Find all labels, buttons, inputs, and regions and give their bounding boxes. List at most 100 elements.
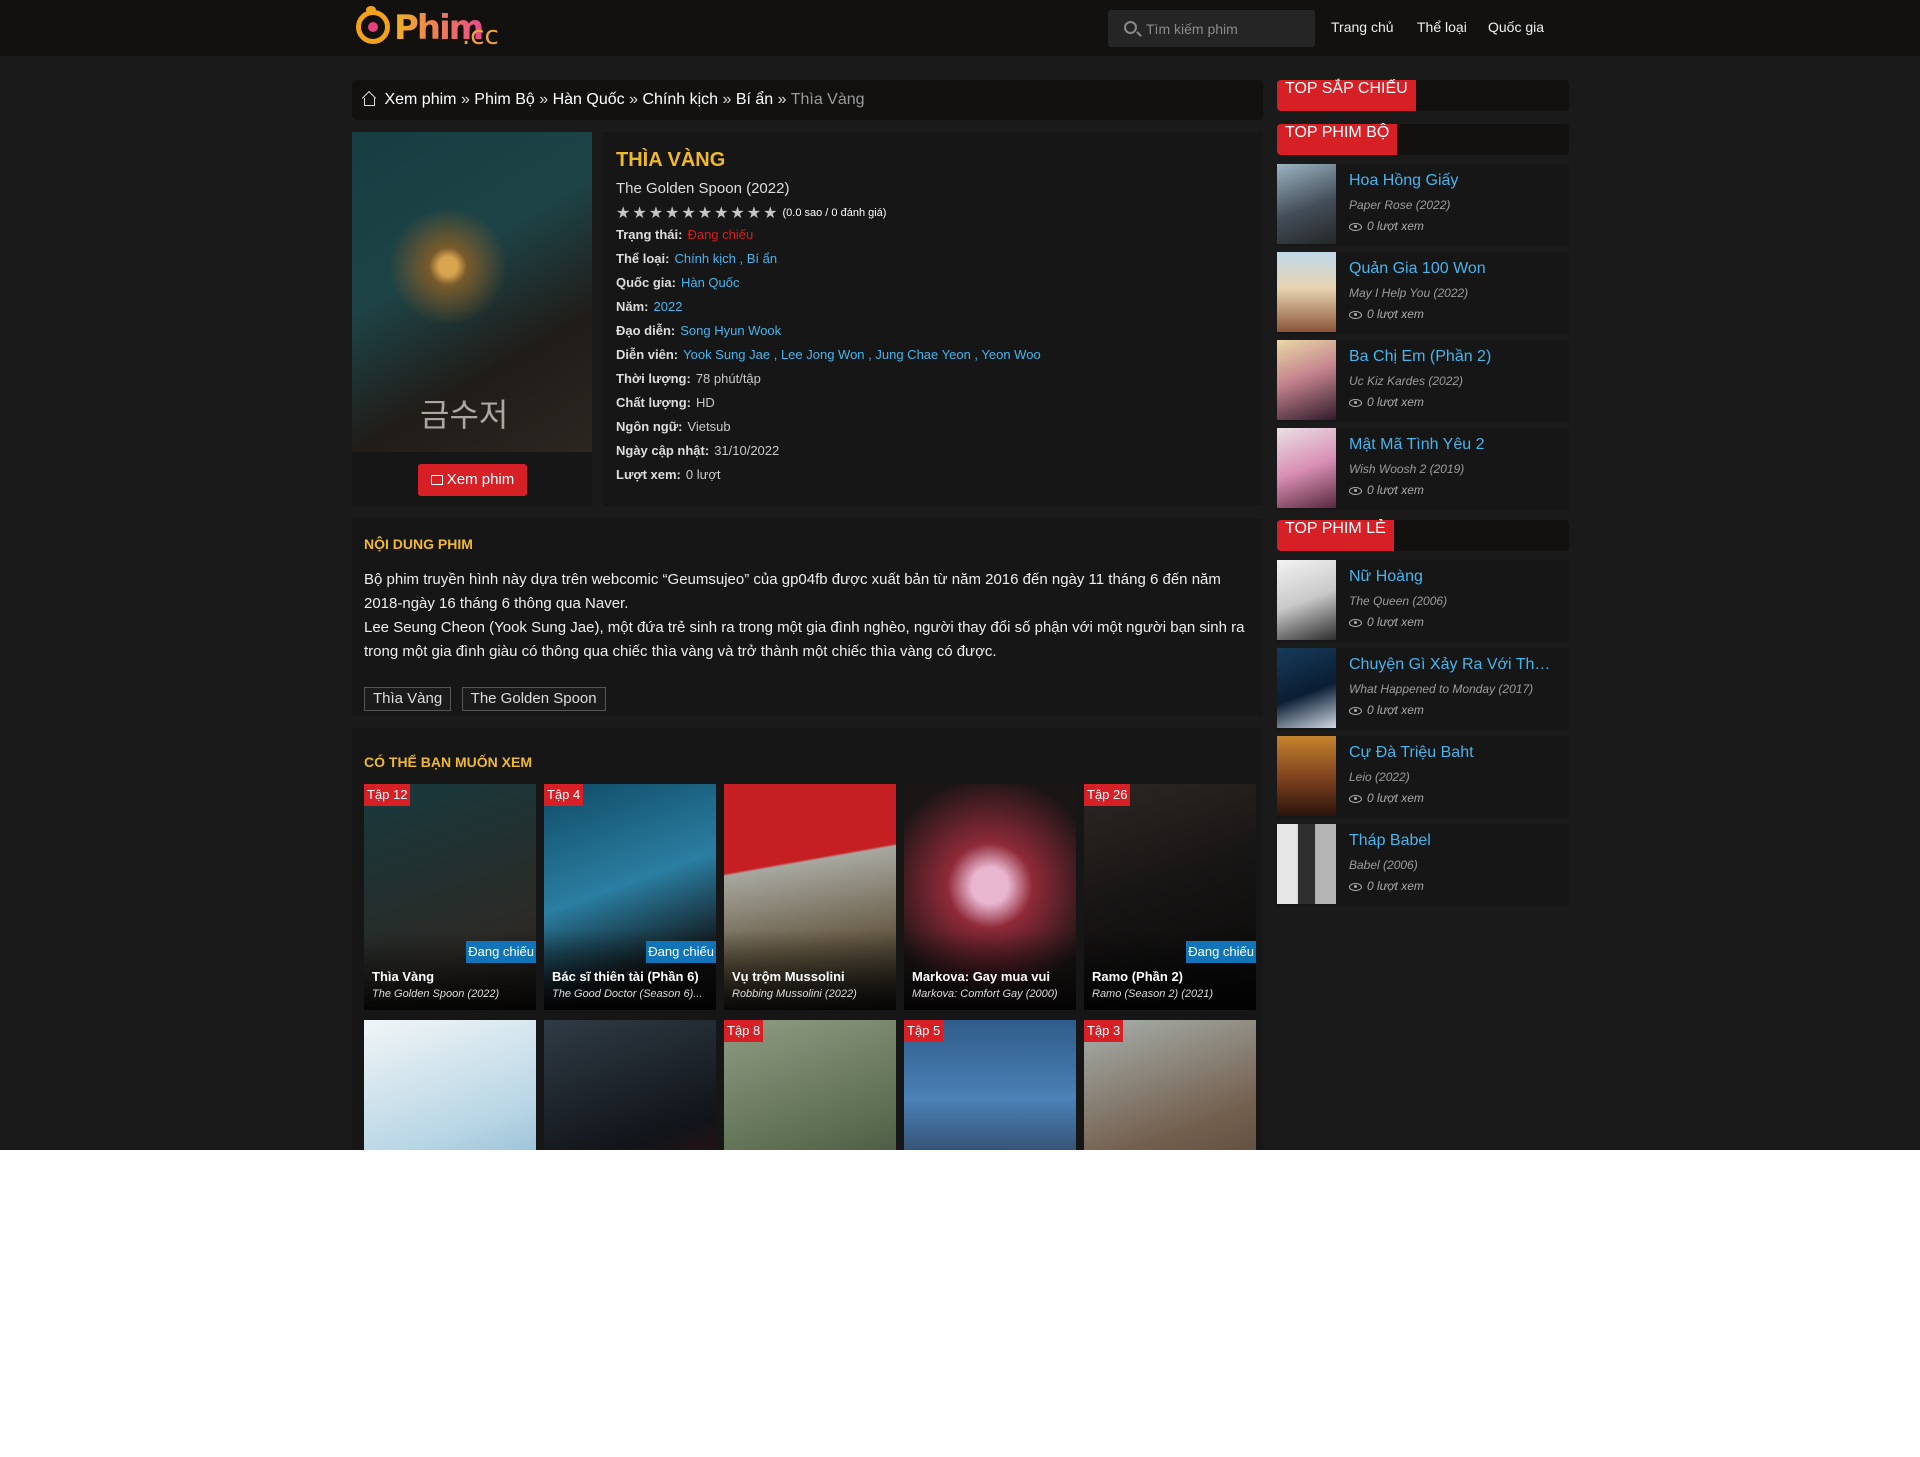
eye-icon [1349,619,1362,627]
breadcrumb-separator: » [460,91,470,108]
sidebar-movie-title[interactable]: Tháp Babel [1349,832,1559,850]
movie-thumbnail [364,1020,536,1150]
detail-value[interactable]: Chính kịch , Bí ẩn [674,251,777,266]
episode-badge: Tập 12 [364,784,411,806]
sidebar-thumbnail[interactable] [1277,252,1336,332]
sidebar-movie-subtitle: Wish Woosh 2 (2019) [1349,462,1465,476]
sidebar-movie-title[interactable]: Hoa Hồng Giấy [1349,172,1559,190]
sidebar-movie-item[interactable]: Quản Gia 100 Won May I Help You (2022) 0 l… [1277,252,1569,334]
detail-label: Quốc gia: [616,275,676,290]
sidebar-movie-item[interactable]: Ba Chị Em (Phần 2) Uc Kiz Kardes (2022) 0 … [1277,340,1569,422]
episode-badge: Tập 4 [544,784,584,806]
sidebar-thumbnail[interactable] [1277,428,1336,508]
eye-icon [1349,311,1362,319]
sidebar-movie-item[interactable]: Cự Đà Triệu Baht Leio (2022) 0 lượt xem [1277,736,1569,818]
related-movie-card[interactable]: Tập 3 [1084,1020,1256,1150]
detail-value[interactable]: Hàn Quốc [681,275,740,290]
breadcrumb-item[interactable]: Chính kịch [642,91,718,108]
detail-value: 0 lượt [685,467,721,482]
content-section: NỘI DUNG PHIM Bộ phim truyền hình này dự… [352,518,1263,716]
sidebar-movie-subtitle: Uc Kiz Kardes (2022) [1349,374,1464,388]
movie-thumbnail [544,1020,716,1150]
breadcrumb-separator: » [539,91,549,108]
sidebar-view-count: 0 lượt xem [1349,879,1424,893]
movie-card-title: Bác sĩ thiên tài (Phần 6) [552,969,699,984]
sidebar-thumbnail[interactable] [1277,340,1336,420]
site-logo[interactable]: Phim .cc [356,6,506,51]
related-movie-card[interactable]: Tập 8 [724,1020,896,1150]
breadcrumb-item[interactable]: Xem phim [384,91,456,108]
sidebar-movie-subtitle: The Queen (2006) [1349,594,1448,608]
rating-stars[interactable]: ★★★★★★★★★★ [616,203,779,223]
nav-countries[interactable]: Quốc gia [1488,19,1544,35]
status-badge: Đang chiếu [1186,941,1256,963]
sidebar-movie-title[interactable]: Ba Chị Em (Phần 2) [1349,348,1559,366]
sidebar-movie-item[interactable]: Hoa Hồng Giấy Paper Rose (2022) 0 lượt xem [1277,164,1569,246]
breadcrumb-separator: » [777,91,787,108]
related-movie-card[interactable]: Vụ trộm Mussolini Robbing Mussolini (2022… [724,784,896,1010]
tag-item[interactable]: The Golden Spoon [461,687,606,711]
related-movie-card[interactable]: Tập 4 Đang chiếu Bác sĩ thiên tài (Phần 6)… [544,784,716,1010]
nav-genres[interactable]: Thể loại [1417,19,1467,35]
view-count-text: 0 lượt xem [1367,615,1424,629]
search-input[interactable] [1146,10,1306,47]
view-count-text: 0 lượt xem [1367,791,1424,805]
detail-row: Ngày cập nhật: 31/10/2022 [616,439,1250,463]
sidebar-movie-item[interactable]: Tháp Babel Babel (2006) 0 lượt xem [1277,824,1569,906]
search-icon[interactable] [1124,21,1137,34]
detail-row: Trạng thái: Đang chiếu [616,223,1250,247]
sidebar-thumbnail[interactable] [1277,736,1336,816]
nav-home[interactable]: Trang chủ [1331,19,1394,35]
related-movie-card[interactable]: Tập 26 Đang chiếu Ramo (Phần 2) Ramo (Seaso… [1084,784,1256,1010]
home-icon [362,93,376,106]
sidebar-thumbnail[interactable] [1277,164,1336,244]
detail-row: Đạo diễn: Song Hyun Wook [616,319,1250,343]
breadcrumb-item[interactable]: Hàn Quốc [553,91,625,108]
sidebar-movie-item[interactable]: Chuyện Gì Xảy Ra Với Thứ Hai What Happene… [1277,648,1569,730]
sidebar-movie-subtitle: Babel (2006) [1349,858,1418,872]
tag-item[interactable]: Thìa Vàng [364,687,452,711]
detail-row: Thể loại: Chính kịch , Bí ẩn [616,247,1250,271]
episode-badge: Tập 8 [724,1020,764,1042]
rating: ★★★★★★★★★★ (0.0 sao / 0 đánh giá) [616,203,1250,223]
sidebar-thumbnail[interactable] [1277,648,1336,728]
top-movies-title: TOP PHIM LẺ [1277,520,1394,551]
episode-badge: Tập 3 [1084,1020,1124,1042]
sidebar-thumbnail[interactable] [1277,824,1336,904]
detail-value[interactable]: 2022 [654,299,683,314]
description-paragraph: Bộ phim truyền hình này dựa trên webcomi… [364,571,1221,612]
page: Phim .cc Trang chủ Thể loại Quốc gia Xem… [0,0,1920,1150]
related-movie-card[interactable] [544,1020,716,1150]
watch-button-label: Xem phim [446,471,515,488]
detail-label: Diễn viên: [616,347,679,362]
related-movie-card[interactable]: Tập 5 [904,1020,1076,1150]
sidebar-movie-subtitle: What Happened to Monday (2017) [1349,682,1534,696]
watch-button[interactable]: Xem phim [418,464,527,496]
sidebar-movie-title[interactable]: Quản Gia 100 Won [1349,260,1559,278]
episode-badge: Tập 26 [1084,784,1131,806]
sidebar-movie-title[interactable]: Cự Đà Triệu Baht [1349,744,1559,762]
eye-icon [1349,883,1362,891]
top-coming-title: TOP SẮP CHIẾU [1277,80,1416,111]
tag-list: Thìa Vàng The Golden Spoon [364,687,1251,711]
sidebar-movie-title[interactable]: Mật Mã Tình Yêu 2 [1349,436,1559,454]
sidebar-movie-item[interactable]: Mật Mã Tình Yêu 2 Wish Woosh 2 (2019) 0 lư… [1277,428,1569,510]
breadcrumb-item[interactable]: Phim Bộ [474,91,534,108]
sidebar-movie-title[interactable]: Chuyện Gì Xảy Ra Với Thứ Hai [1349,656,1559,674]
related-movie-card[interactable]: Markova: Gay mua vui Markova: Comfort Gay… [904,784,1076,1010]
eye-icon [1349,707,1362,715]
detail-value[interactable]: Song Hyun Wook [680,323,781,338]
detail-value[interactable]: Yook Sung Jae , Lee Jong Won , Jung Chae… [683,347,1041,362]
related-movie-card[interactable]: Tập 12 Đang chiếu Thìa Vàng The Golden Spoo… [364,784,536,1010]
related-title: CÓ THỂ BẠN MUỐN XEM [364,754,532,770]
detail-label: Thời lượng: [616,371,691,386]
detail-value: 78 phút/tập [695,371,761,386]
sidebar-thumbnail[interactable] [1277,560,1336,640]
eye-icon [1349,399,1362,407]
search-box[interactable] [1108,10,1315,47]
sidebar-movie-item[interactable]: Nữ Hoàng The Queen (2006) 0 lượt xem [1277,560,1569,642]
sidebar-movie-title[interactable]: Nữ Hoàng [1349,568,1559,586]
breadcrumb-item[interactable]: Bí ẩn [736,91,773,108]
related-movie-card[interactable] [364,1020,536,1150]
movie-card-subtitle: Markova: Comfort Gay (2000) [912,988,1058,1000]
